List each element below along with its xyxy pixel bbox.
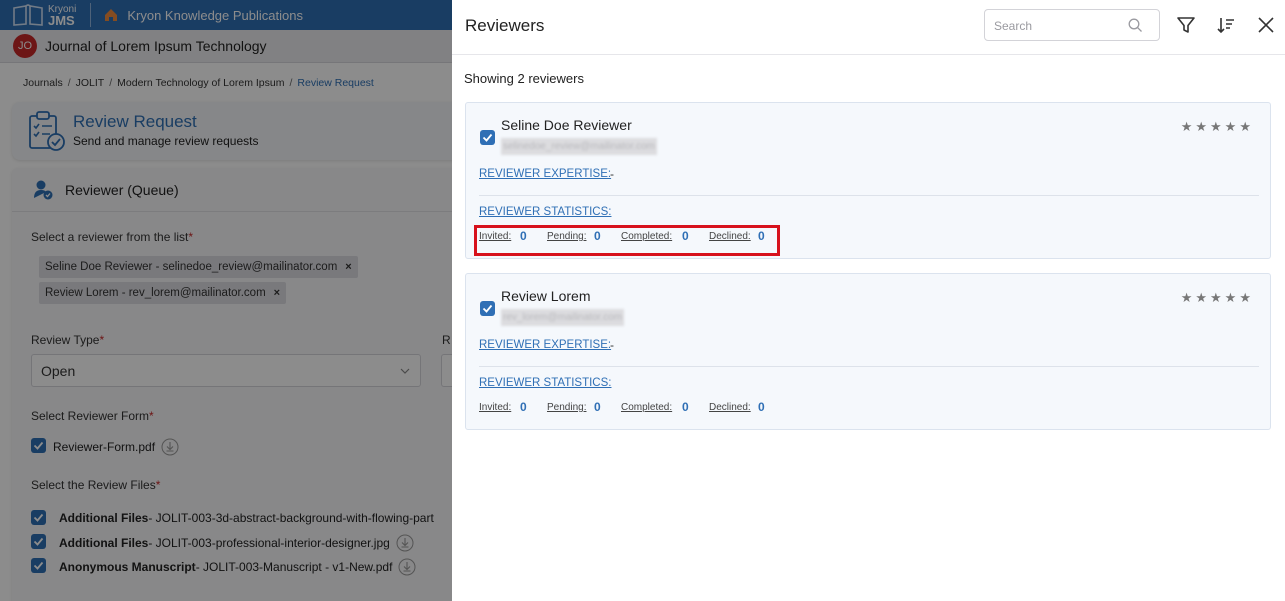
reviewer-statistics-link[interactable]: REVIEWER STATISTICS: [479,206,611,218]
stat-pending-value: 0 [594,400,601,414]
reviewer-checkbox[interactable] [480,130,495,145]
background-page: Kryoni JMS Kryon Knowledge Publications … [0,0,452,601]
reviewers-panel: Reviewers Showing 2 reviewers Seline Doe… [452,0,1285,601]
reviewer-card[interactable]: Review Lorem rev_lorem@mailinator.com ★★… [465,273,1271,430]
panel-title: Reviewers [465,16,545,35]
check-icon [482,133,493,142]
sort-icon[interactable] [1216,15,1236,35]
search-input[interactable] [994,17,1124,35]
reviewer-expertise-value: - [610,167,614,181]
reviewer-expertise-link[interactable]: REVIEWER EXPERTISE: [479,168,611,180]
close-icon[interactable] [1256,15,1276,35]
reviewer-name: Review Lorem [501,288,591,304]
reviewer-name: Seline Doe Reviewer [501,117,632,133]
highlight-box [474,225,780,256]
stat-declined-value: 0 [758,400,765,414]
filter-icon[interactable] [1176,15,1196,35]
stat-invited-label: Invited: [479,402,512,413]
reviewer-statistics-link[interactable]: REVIEWER STATISTICS: [479,377,611,389]
stat-completed-value: 0 [682,400,689,414]
rating-stars: ★★★★★ [1180,290,1254,305]
reviewer-expertise-link[interactable]: REVIEWER EXPERTISE: [479,339,611,351]
stat-declined-label: Declined: [709,402,751,413]
reviewer-email: selinedoe_review@mailinator.com [501,138,657,155]
stat-pending-label: Pending: [547,402,587,413]
reviewer-count: Showing 2 reviewers [464,71,584,86]
search-icon[interactable] [1128,18,1143,33]
card-divider [479,195,1259,196]
search-box[interactable] [984,9,1160,41]
reviewer-checkbox[interactable] [480,301,495,316]
card-divider [479,366,1259,367]
rating-stars: ★★★★★ [1180,119,1254,134]
stat-invited-value: 0 [520,400,527,414]
panel-header: Reviewers [452,0,1285,55]
reviewer-expertise-value: - [610,338,614,352]
modal-backdrop[interactable] [0,0,452,601]
stat-completed-label: Completed: [621,402,673,413]
reviewer-email: rev_lorem@mailinator.com [501,309,625,326]
check-icon [482,304,493,313]
